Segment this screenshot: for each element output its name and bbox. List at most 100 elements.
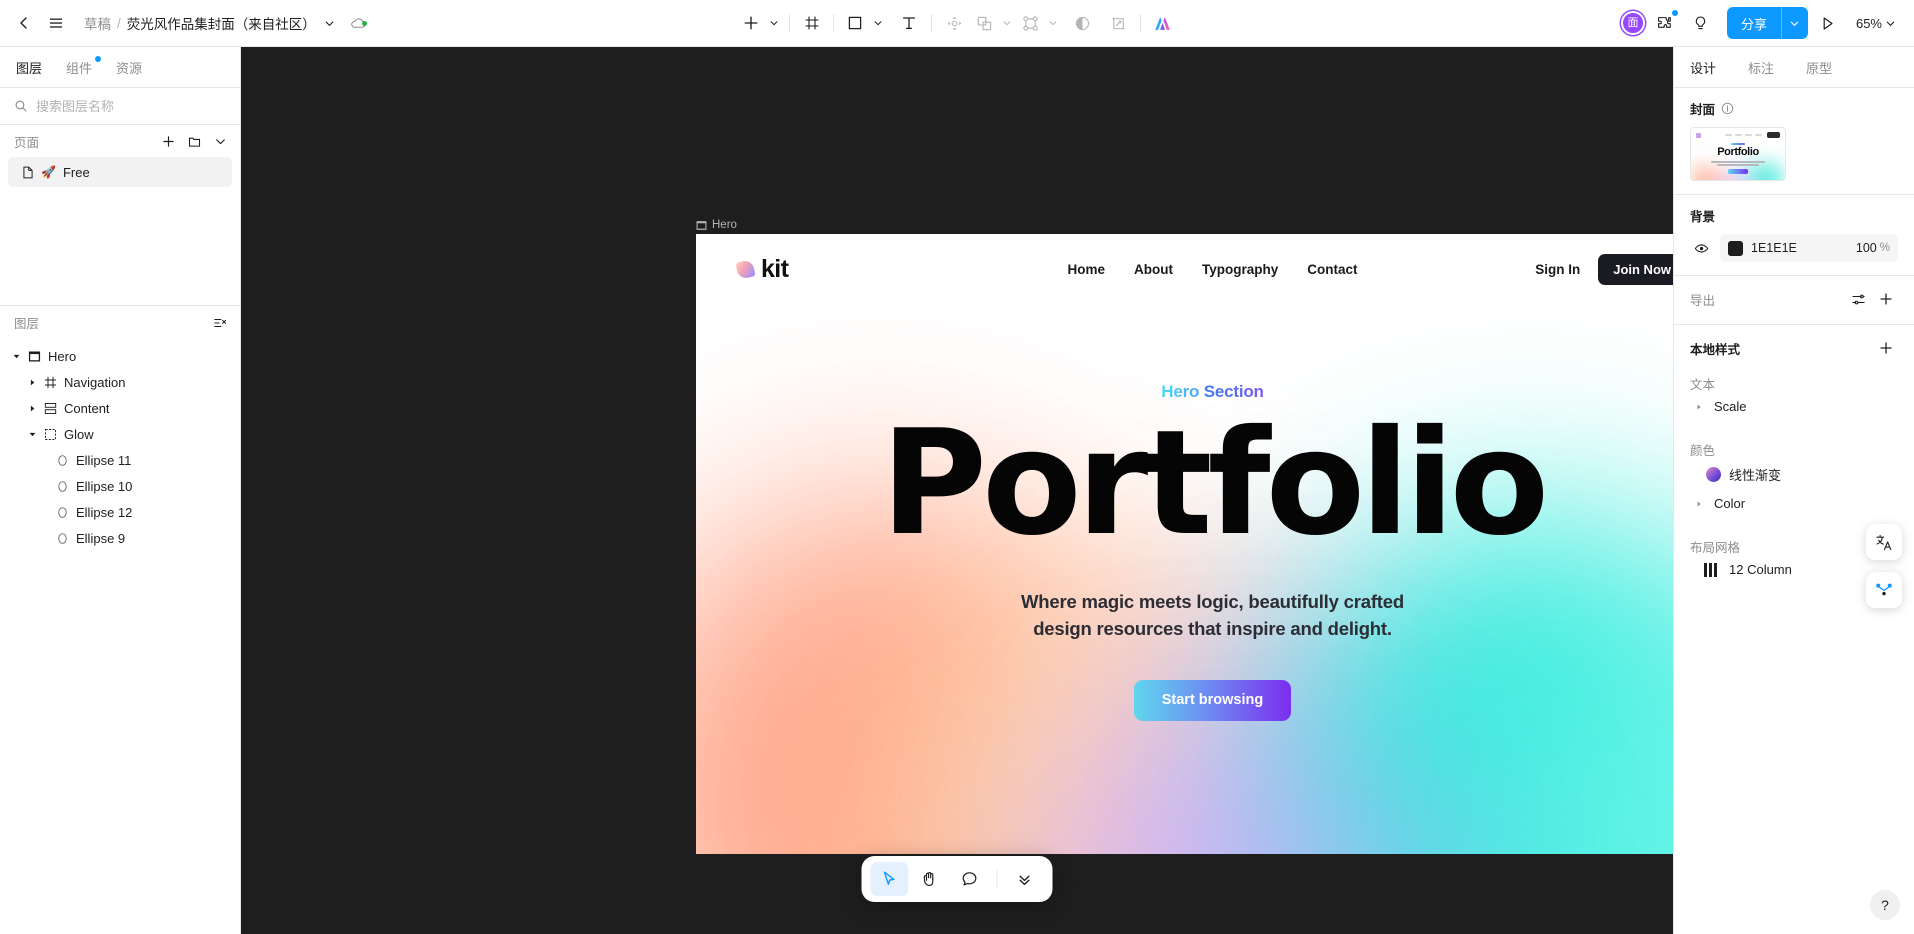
ai-logo-icon[interactable] <box>1148 8 1178 38</box>
layer-row-glow[interactable]: Glow <box>0 421 240 447</box>
avatar[interactable]: 面 <box>1620 11 1645 35</box>
tab-layers[interactable]: 图层 <box>16 58 42 77</box>
help-button[interactable]: ? <box>1870 890 1900 920</box>
new-page-folder-icon[interactable] <box>182 129 206 153</box>
zoom-chevron-down-icon[interactable] <box>1885 18 1896 29</box>
cloud-sync-icon[interactable] <box>350 16 367 30</box>
component-tool-chevron-down-icon[interactable] <box>1045 8 1061 38</box>
caret-right-icon[interactable] <box>24 369 40 395</box>
more-tools-chevrons-down-icon[interactable] <box>1006 862 1044 896</box>
add-style-plus-icon[interactable] <box>1874 336 1898 360</box>
frame-icon <box>40 376 60 389</box>
nav-link-about[interactable]: About <box>1134 262 1173 277</box>
back-arrow-icon[interactable] <box>8 7 40 39</box>
opacity-value[interactable]: 100 <box>1856 241 1877 255</box>
site-logo[interactable]: kit <box>735 255 789 284</box>
style-folder-color[interactable]: Color <box>1690 490 1898 517</box>
design-canvas[interactable]: Hero kit Home About Typography Contact S… <box>241 47 1673 934</box>
logo-mark-icon <box>735 259 756 280</box>
tab-assets[interactable]: 资源 <box>116 58 142 77</box>
comment-tool[interactable] <box>951 862 989 896</box>
add-export-plus-icon[interactable] <box>1874 287 1898 311</box>
hero-frame[interactable]: kit Home About Typography Contact Sign I… <box>696 234 1673 854</box>
tab-annotate[interactable]: 标注 <box>1748 58 1774 77</box>
tab-prototype[interactable]: 原型 <box>1806 58 1832 77</box>
cover-thumbnail[interactable]: Portfolio <box>1690 127 1786 181</box>
component-tool[interactable] <box>1015 8 1045 38</box>
slice-tool[interactable] <box>1103 8 1133 38</box>
background-title: 背景 <box>1690 210 1716 224</box>
shape-tool-chevron-down-icon[interactable] <box>870 8 886 38</box>
ai-nodes-widget[interactable] <box>1866 572 1902 608</box>
layer-row-navigation[interactable]: Navigation <box>0 369 240 395</box>
plugin-badge-dot <box>1671 10 1678 16</box>
lightbulb-icon[interactable] <box>1685 7 1717 39</box>
present-play-icon[interactable] <box>1812 7 1844 39</box>
sign-in-link[interactable]: Sign In <box>1535 262 1580 277</box>
nav-link-home[interactable]: Home <box>1067 262 1105 277</box>
nav-link-typography[interactable]: Typography <box>1202 262 1278 277</box>
layer-row-ellipse-9[interactable]: Ellipse 9 <box>0 525 240 551</box>
opacity-control[interactable]: 100 % <box>1856 241 1890 255</box>
hand-tool[interactable] <box>911 862 949 896</box>
zoom-control[interactable]: 65% <box>1848 16 1900 31</box>
boolean-tool[interactable] <box>969 8 999 38</box>
mask-tool[interactable] <box>1067 8 1097 38</box>
color-swatch[interactable] <box>1728 240 1743 256</box>
style-folder-scale[interactable]: Scale <box>1690 393 1898 420</box>
select-tool[interactable] <box>870 862 909 896</box>
collapse-pages-chevron-down-icon[interactable] <box>208 129 232 153</box>
layer-row-ellipse-11[interactable]: Ellipse 11 <box>0 447 240 473</box>
breadcrumb-root[interactable]: 草稿 <box>84 13 111 33</box>
add-page-icon[interactable] <box>156 129 180 153</box>
layer-row-ellipse-10[interactable]: Ellipse 10 <box>0 473 240 499</box>
hamburger-menu-icon[interactable] <box>40 7 72 39</box>
breadcrumb-filename[interactable]: 荧光风作品集封面（来自社区） <box>127 13 316 33</box>
layer-row-ellipse-12[interactable]: Ellipse 12 <box>0 499 240 525</box>
style-linear-gradient[interactable]: 线性渐变 <box>1690 459 1898 490</box>
caret-down-icon[interactable] <box>24 421 40 447</box>
boolean-tool-chevron-down-icon[interactable] <box>999 8 1015 38</box>
share-button[interactable]: 分享 <box>1726 7 1808 39</box>
add-tool-chevron-down-icon[interactable] <box>766 8 782 38</box>
layer-row-hero[interactable]: Hero <box>0 343 240 369</box>
export-settings-sliders-icon[interactable] <box>1846 287 1870 311</box>
hero-content: Hero Section Portfolio Where magic meets… <box>696 305 1673 721</box>
frame-label[interactable]: Hero <box>696 219 737 231</box>
background-color-field[interactable]: 1E1E1E 100 % <box>1720 234 1898 262</box>
layer-label: Ellipse 11 <box>76 452 132 468</box>
style-label: Scale <box>1714 399 1747 414</box>
caret-down-icon[interactable] <box>8 343 24 369</box>
text-tool[interactable] <box>894 8 924 38</box>
breadcrumb[interactable]: 草稿 / 荧光风作品集封面（来自社区） <box>84 13 367 33</box>
caret-right-icon[interactable] <box>24 395 40 421</box>
cover-thumb-button <box>1728 168 1748 174</box>
page-item-free[interactable]: 🚀 Free <box>8 157 232 187</box>
info-icon[interactable] <box>1721 102 1734 115</box>
filter-layers-icon[interactable] <box>208 311 232 335</box>
tab-design[interactable]: 设计 <box>1690 58 1716 77</box>
plugin-icon[interactable] <box>1649 7 1681 39</box>
join-now-button[interactable]: Join Now <box>1598 254 1673 285</box>
caret-right-icon[interactable] <box>1692 403 1706 411</box>
search-input[interactable] <box>36 98 226 114</box>
frame-tool[interactable] <box>797 8 827 38</box>
move-tool[interactable] <box>939 8 969 38</box>
caret-right-icon[interactable] <box>1692 500 1706 508</box>
shape-tool[interactable] <box>840 8 870 38</box>
tab-components[interactable]: 组件 <box>66 55 102 77</box>
color-hex-value[interactable]: 1E1E1E <box>1751 241 1797 255</box>
app-body: 图层 组件 资源 页面 <box>0 47 1914 934</box>
eye-icon[interactable] <box>1690 237 1712 259</box>
start-browsing-button[interactable]: Start browsing <box>1133 680 1292 721</box>
share-chevron-down-icon[interactable] <box>1782 7 1808 39</box>
topbar-right-group: 面 分享 65% <box>1620 7 1914 39</box>
add-tool[interactable] <box>736 8 766 38</box>
layer-row-content[interactable]: Content <box>0 395 240 421</box>
translate-widget[interactable] <box>1866 524 1902 560</box>
nav-link-contact[interactable]: Contact <box>1307 262 1357 277</box>
breadcrumb-chevron-down-icon[interactable] <box>321 18 335 29</box>
local-styles-title: 本地样式 <box>1690 342 1741 357</box>
toolbar-divider-3 <box>931 14 932 32</box>
topbar-left-group: 草稿 / 荧光风作品集封面（来自社区） <box>0 7 367 39</box>
